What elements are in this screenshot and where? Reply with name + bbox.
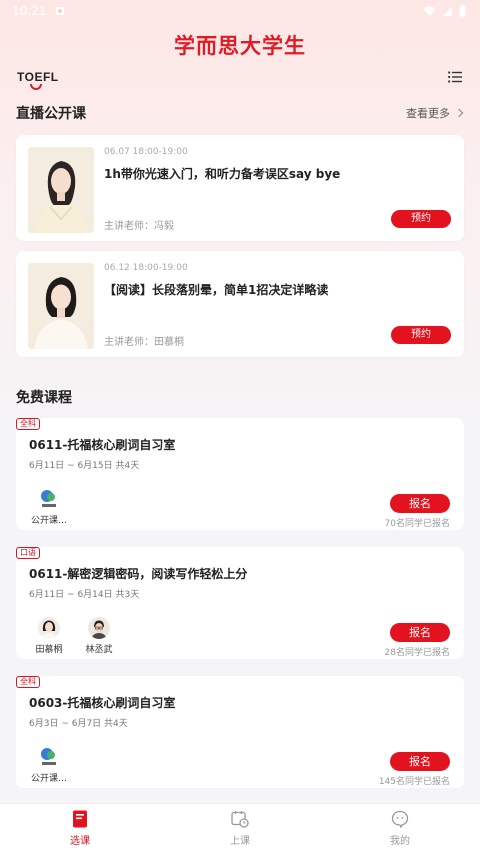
calendar-clock-icon xyxy=(231,811,249,828)
teacher-avatar-icon xyxy=(88,617,110,639)
tab-label: 选课 xyxy=(70,836,90,847)
notification-icon xyxy=(55,7,64,15)
live-title: 【阅读】长段落别晕，简单1招决定详略读 xyxy=(104,283,329,297)
free-section-title: 免费课程 xyxy=(16,390,72,406)
enroll-button[interactable]: 报名 xyxy=(390,752,450,771)
subject-tag: 口语 xyxy=(16,547,40,559)
subject-tag: 全科 xyxy=(16,418,40,430)
course-title: 0603-托福核心刷词自习室 xyxy=(29,696,176,710)
toefl-logo[interactable]: TOEFL xyxy=(17,70,59,90)
wifi-icon xyxy=(423,6,436,16)
teacher-name: 公开课… xyxy=(30,516,67,526)
public-course-logo-icon xyxy=(38,488,60,510)
tab-label: 我的 xyxy=(390,836,410,847)
bottom-tab-bar: 选课 上课 我的 xyxy=(0,803,480,853)
toefl-logo-text: TOEFL xyxy=(17,70,59,84)
course-date: 6月11日 ~ 6月14日 共3天 xyxy=(29,590,140,600)
chat-face-icon xyxy=(391,810,409,828)
app-title: 学而思大学生 xyxy=(174,34,306,58)
free-course-card[interactable]: 口语 0611-解密逻辑密码，阅读写作轻松上分 6月11日 ~ 6月14日 共3… xyxy=(16,547,464,659)
course-title: 0611-解密逻辑密码，阅读写作轻松上分 xyxy=(29,567,248,581)
list-menu-icon[interactable] xyxy=(448,71,462,83)
sub-header: TOEFL xyxy=(0,70,480,100)
reserve-button[interactable]: 预约 xyxy=(391,210,451,228)
signal-icon xyxy=(443,6,452,16)
live-title: 1h带你光速入门，和听力备考误区say bye xyxy=(104,167,341,181)
live-course-card[interactable]: 06.07 18:00-19:00 1h带你光速入门，和听力备考误区say by… xyxy=(16,135,464,241)
live-time: 06.12 18:00-19:00 xyxy=(104,263,188,273)
course-date: 6月3日 ~ 6月7日 共4天 xyxy=(29,719,128,729)
book-icon xyxy=(73,810,87,828)
chevron-right-icon xyxy=(454,108,464,118)
status-time: 10:21 xyxy=(12,4,47,18)
teacher-photo xyxy=(28,263,94,349)
free-course-card[interactable]: 全科 0603-托福核心刷词自习室 6月3日 ~ 6月7日 共4天 公开课… 报… xyxy=(16,676,464,788)
course-title: 0611-托福核心刷词自习室 xyxy=(29,438,176,452)
teacher-item: 公开课… xyxy=(29,488,69,526)
live-time: 06.07 18:00-19:00 xyxy=(104,147,188,157)
see-more-label: 查看更多 xyxy=(406,107,450,120)
enrolled-count: 28名同学已报名 xyxy=(384,648,450,658)
teacher-avatar-icon xyxy=(38,617,60,639)
subject-tag: 全科 xyxy=(16,676,40,688)
teacher-name: 公开课… xyxy=(30,774,67,784)
live-course-card[interactable]: 06.12 18:00-19:00 【阅读】长段落别晕，简单1招决定详略读 主讲… xyxy=(16,251,464,357)
teacher-item: 田慕桐 xyxy=(29,617,69,655)
tab-select-course[interactable]: 选课 xyxy=(0,804,160,853)
tab-mine[interactable]: 我的 xyxy=(320,804,480,853)
live-section-header: 直播公开课 查看更多 xyxy=(0,100,480,126)
tab-class[interactable]: 上课 xyxy=(160,804,320,853)
teacher-name: 林丞武 xyxy=(85,645,113,655)
enroll-button[interactable]: 报名 xyxy=(390,494,450,513)
live-section-title: 直播公开课 xyxy=(16,106,86,122)
battery-icon xyxy=(459,5,466,17)
logo-smile-mark xyxy=(30,84,42,90)
teacher-item: 公开课… xyxy=(29,746,69,784)
tab-label: 上课 xyxy=(230,836,250,847)
course-date: 6月11日 ~ 6月15日 共4天 xyxy=(29,461,140,471)
reserve-button[interactable]: 预约 xyxy=(391,326,451,344)
teacher-name: 田慕桐 xyxy=(35,645,63,655)
public-course-logo-icon xyxy=(38,746,60,768)
free-section-header: 免费课程 xyxy=(0,384,480,410)
enrolled-count: 145名同学已报名 xyxy=(378,777,450,787)
teacher-photo xyxy=(28,147,94,233)
live-teacher: 主讲老师：田慕桐 xyxy=(104,337,184,348)
see-more-link[interactable]: 查看更多 xyxy=(406,105,464,121)
status-bar: 10:21 xyxy=(0,0,480,22)
enroll-button[interactable]: 报名 xyxy=(390,623,450,642)
live-teacher: 主讲老师：冯毅 xyxy=(104,221,174,232)
teacher-item: 林丞武 xyxy=(79,617,119,655)
free-course-card[interactable]: 全科 0611-托福核心刷词自习室 6月11日 ~ 6月15日 共4天 公开课…… xyxy=(16,418,464,530)
enrolled-count: 70名同学已报名 xyxy=(384,519,450,529)
